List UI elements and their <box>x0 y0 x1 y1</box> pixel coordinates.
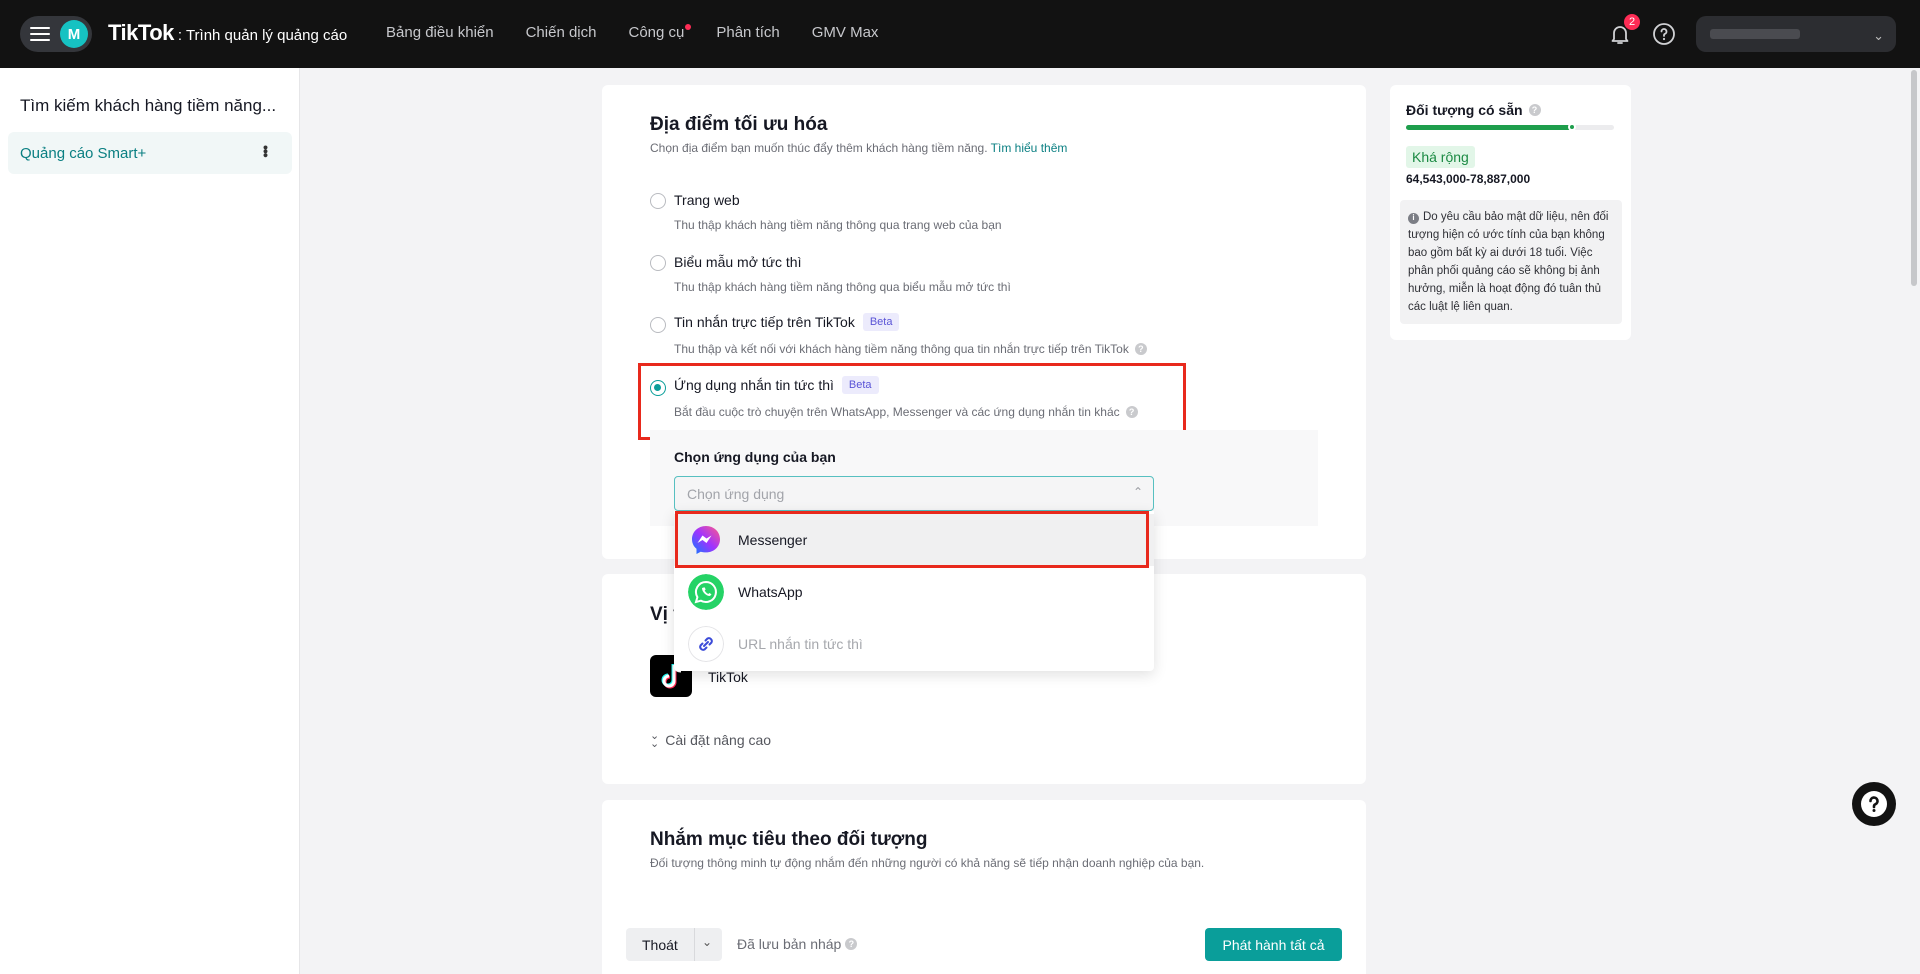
draft-status: Đã lưu bản nháp? <box>737 936 858 952</box>
beta-badge: Beta <box>841 376 879 394</box>
dropdown-item-whatsapp[interactable]: WhatsApp <box>674 566 1154 618</box>
option-title-text: Tin nhắn trực tiếp trên TikTok <box>674 314 855 330</box>
scrollbar[interactable] <box>1911 70 1917 286</box>
question-icon[interactable]: ? <box>1134 343 1147 355</box>
nav-analytics[interactable]: Phân tích <box>716 24 779 41</box>
nav-tools[interactable]: Công cụ <box>628 24 692 41</box>
targeting-subtitle: Đối tượng thông minh tự động nhắm đến nh… <box>650 856 1205 870</box>
option-instant-messaging-desc: Bắt đầu cuộc trò chuyện trên WhatsApp, M… <box>674 405 1138 419</box>
option-desc-text: Bắt đầu cuộc trò chuyện trên WhatsApp, M… <box>674 405 1120 419</box>
option-title-text: Biểu mẫu mở tức thì <box>674 254 802 270</box>
publish-all-button[interactable]: Phát hành tất cả <box>1205 928 1342 961</box>
double-chevron-down-icon: ⌄ ⌄ <box>650 730 660 750</box>
nav-gmv-max[interactable]: GMV Max <box>812 24 879 41</box>
option-desc-text: Thu thập khách hàng tiềm năng thông qua … <box>674 218 1002 232</box>
dropdown-item-label: WhatsApp <box>738 584 803 600</box>
sidebar-item-smart-ads[interactable]: Quảng cáo Smart+ ••• <box>8 132 292 174</box>
audience-title-text: Đối tượng có sẵn <box>1406 102 1523 118</box>
exit-button-group: Thoát ⌄ <box>626 928 722 961</box>
notification-badge: 2 <box>1624 14 1640 30</box>
radio-instant-messaging[interactable] <box>650 380 666 396</box>
app-logo[interactable]: TikTok : Trình quản lý quảng cáo <box>108 20 347 46</box>
chevron-down-icon[interactable]: ⌄ <box>702 935 712 949</box>
audience-title: Đối tượng có sẵn? <box>1406 102 1541 118</box>
hamburger-icon <box>30 27 50 41</box>
question-icon[interactable]: ? <box>1125 406 1138 418</box>
option-instant-form-title[interactable]: Biểu mẫu mở tức thì <box>674 254 801 270</box>
choose-app-label: Chọn ứng dụng của bạn <box>674 449 836 465</box>
app-select[interactable]: Chọn ứng dụng ⌃ <box>674 476 1154 511</box>
whatsapp-icon <box>688 574 724 610</box>
advanced-settings-label: Cài đặt nâng cao <box>665 732 772 748</box>
help-fab-button[interactable] <box>1852 782 1896 826</box>
audience-breadth-tag: Khá rộng <box>1406 146 1475 168</box>
new-dot-indicator <box>685 24 692 30</box>
audience-note-text: Do yêu cầu bảo mật dữ liệu, nên đối tượn… <box>1408 211 1609 313</box>
top-bar: M TikTok : Trình quản lý quảng cáo Bảng … <box>0 0 1920 68</box>
audience-breadth-knob <box>1568 123 1577 131</box>
dropdown-item-instant-url: URL nhắn tin tức thì <box>674 618 1154 670</box>
app-select-placeholder: Chọn ứng dụng <box>687 486 785 502</box>
sidebar-item-label: Quảng cáo Smart+ <box>20 145 147 162</box>
highlight-box-messenger <box>675 511 1149 568</box>
option-instant-messaging-title[interactable]: Ứng dụng nhắn tin tức thì Beta <box>674 376 879 394</box>
highlight-box-messaging-option <box>638 363 1186 440</box>
option-tiktok-dm-title[interactable]: Tin nhắn trực tiếp trên TikTok Beta <box>674 313 900 331</box>
location-subtitle: Chọn địa điểm bạn muốn thúc đẩy thêm khá… <box>650 141 1067 155</box>
option-website-title[interactable]: Trang web <box>674 192 740 208</box>
chevron-down-icon: ⌄ <box>1873 28 1884 43</box>
help-icon[interactable] <box>1652 22 1676 46</box>
location-title: Địa điểm tối ưu hóa <box>650 114 828 135</box>
advanced-settings-toggle[interactable]: ⌄ ⌄ Cài đặt nâng cao <box>650 730 772 750</box>
account-name-redacted <box>1710 29 1800 39</box>
option-title-text: Trang web <box>674 192 740 208</box>
link-icon <box>688 626 724 662</box>
radio-instant-form[interactable] <box>650 255 666 271</box>
question-icon[interactable]: ? <box>845 938 858 950</box>
avatar[interactable]: M <box>60 20 88 48</box>
option-tiktok-dm-desc: Thu thập và kết nối với khách hàng tiềm … <box>674 342 1147 356</box>
option-title-text: Ứng dụng nhắn tin tức thì <box>674 377 834 393</box>
platform-label: TikTok <box>708 669 748 685</box>
draft-status-text: Đã lưu bản nháp <box>737 936 842 952</box>
option-desc-text: Thu thập khách hàng tiềm năng thông qua … <box>674 280 1011 294</box>
option-desc-text: Thu thập và kết nối với khách hàng tiềm … <box>674 342 1129 356</box>
menu-button[interactable]: M <box>20 16 92 52</box>
audience-breadth-fill <box>1406 125 1573 130</box>
beta-badge: Beta <box>862 313 900 331</box>
info-icon: i <box>1408 212 1419 224</box>
exit-button[interactable]: Thoát <box>642 937 678 953</box>
main-nav: Bảng điều khiển Chiến dịch Công cụ Phân … <box>386 24 910 41</box>
option-website-desc: Thu thập khách hàng tiềm năng thông qua … <box>674 218 1002 232</box>
option-instant-form-desc: Thu thập khách hàng tiềm năng thông qua … <box>674 280 1011 294</box>
nav-tools-label: Công cụ <box>628 24 685 41</box>
audience-breadth-meter <box>1406 123 1614 131</box>
logo-main: TikTok <box>108 20 174 45</box>
nav-dashboard[interactable]: Bảng điều khiển <box>386 24 494 41</box>
learn-more-link[interactable]: Tìm hiểu thêm <box>991 141 1068 155</box>
logo-subtitle: : Trình quản lý quảng cáo <box>177 27 348 44</box>
account-selector[interactable]: ⌄ <box>1696 16 1896 52</box>
radio-website[interactable] <box>650 193 666 209</box>
chevron-up-icon: ⌃ <box>1132 485 1143 499</box>
dropdown-item-label: URL nhắn tin tức thì <box>738 636 863 652</box>
sidebar-title[interactable]: Tìm kiếm khách hàng tiềm năng... <box>20 96 276 116</box>
sidebar: Tìm kiếm khách hàng tiềm năng... Quảng c… <box>0 68 300 974</box>
radio-tiktok-dm[interactable] <box>650 317 666 333</box>
nav-campaign[interactable]: Chiến dịch <box>526 24 597 41</box>
audience-privacy-note: i Do yêu cầu bảo mật dữ liệu, nên đối tượ… <box>1400 200 1622 324</box>
more-options-icon[interactable]: ••• <box>258 145 274 157</box>
audience-size-range: 64,543,000-78,887,000 <box>1406 172 1531 186</box>
question-icon[interactable]: ? <box>1528 104 1541 116</box>
divider <box>694 928 695 961</box>
targeting-title: Nhắm mục tiêu theo đối tượng <box>650 829 928 850</box>
location-subtitle-text: Chọn địa điểm bạn muốn thúc đẩy thêm khá… <box>650 141 988 155</box>
help-icon <box>1861 791 1887 817</box>
